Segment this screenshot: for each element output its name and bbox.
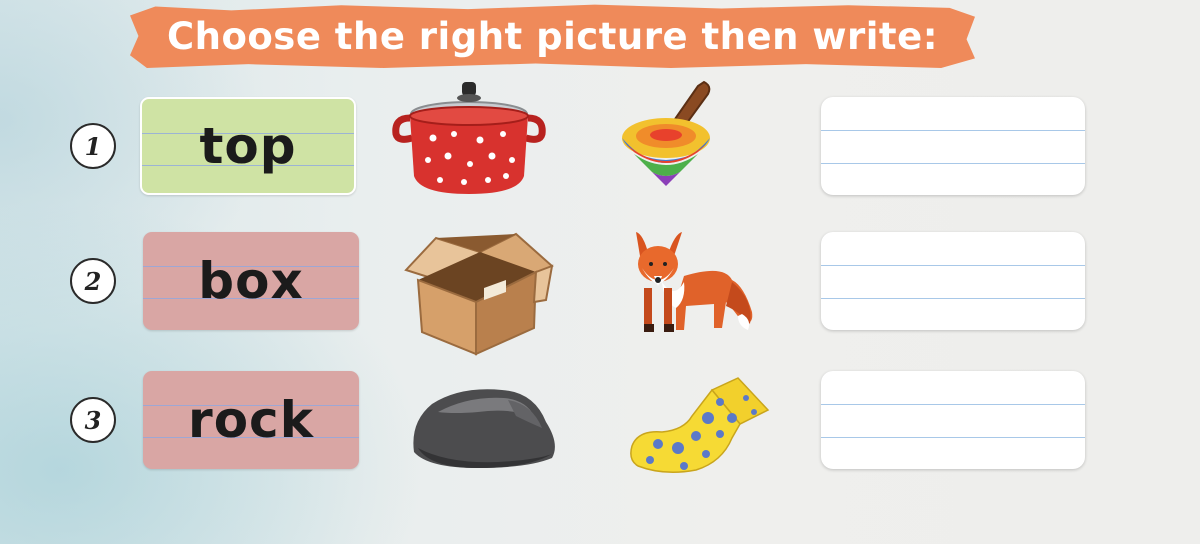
sock-icon[interactable]	[628, 376, 770, 476]
word-label-1: top	[199, 117, 297, 175]
rock-icon[interactable]	[408, 382, 560, 472]
answer-box-1[interactable]	[821, 97, 1085, 195]
word-label-2: box	[198, 252, 304, 310]
answer-box-2[interactable]	[821, 232, 1085, 330]
fox-icon[interactable]	[614, 230, 756, 338]
row-number-3: 3	[70, 397, 116, 443]
page-title: Choose the right picture then write:	[166, 14, 939, 58]
word-card-3[interactable]: rock	[143, 371, 359, 469]
answer-box-3[interactable]	[821, 371, 1085, 469]
spinning-top-icon[interactable]	[620, 78, 716, 188]
word-label-3: rock	[188, 391, 314, 449]
row-number-1: 1	[70, 123, 116, 169]
word-card-2[interactable]: box	[143, 232, 359, 330]
row-number-2: 2	[70, 258, 116, 304]
word-card-1[interactable]: top	[140, 97, 356, 195]
cardboard-box-icon[interactable]	[396, 228, 556, 356]
red-pot-icon[interactable]	[388, 76, 550, 198]
